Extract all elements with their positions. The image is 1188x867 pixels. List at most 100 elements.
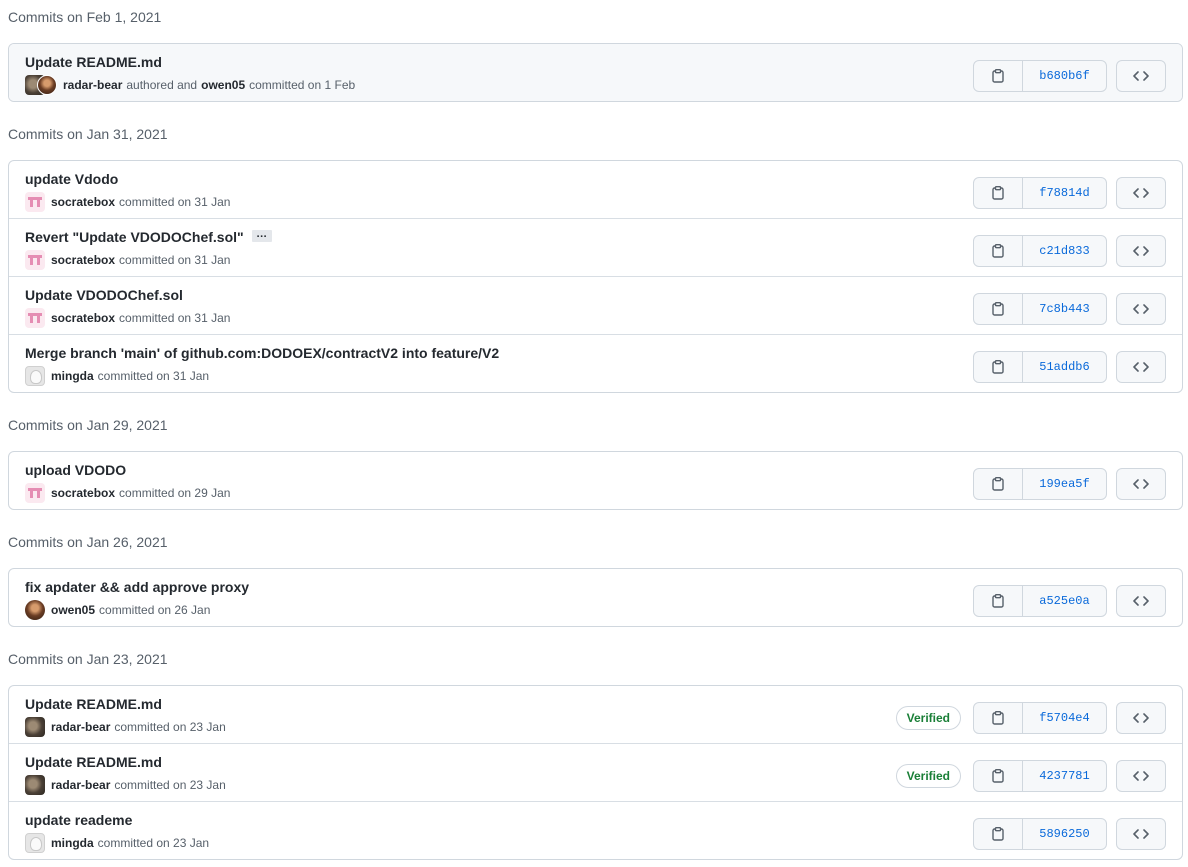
- code-icon: [1133, 245, 1149, 257]
- code-icon: [1133, 712, 1149, 724]
- sha-link[interactable]: a525e0a: [1023, 586, 1106, 616]
- sha-link[interactable]: f78814d: [1023, 178, 1106, 208]
- browse-repo-button[interactable]: [1116, 760, 1166, 792]
- sha-link[interactable]: 51addb6: [1023, 352, 1106, 382]
- avatar[interactable]: [25, 483, 45, 503]
- browse-repo-button[interactable]: [1116, 702, 1166, 734]
- clipboard-icon: [992, 594, 1004, 608]
- clipboard-icon: [992, 302, 1004, 316]
- avatar[interactable]: [25, 600, 45, 620]
- code-icon: [1133, 361, 1149, 373]
- commit-meta: socratebox committed on 31 Jan: [25, 250, 230, 270]
- browse-repo-button[interactable]: [1116, 818, 1166, 850]
- author-link[interactable]: socratebox: [51, 311, 115, 325]
- group-heading: Commits on Jan 26, 2021: [8, 534, 168, 550]
- sha-link[interactable]: 5896250: [1023, 819, 1106, 849]
- clipboard-icon: [992, 69, 1004, 83]
- sha-button-group: 4237781: [973, 760, 1107, 792]
- committer-link[interactable]: owen05: [201, 78, 245, 92]
- commit-title[interactable]: Update README.md: [25, 53, 162, 71]
- commit-date: committed on 31 Jan: [119, 195, 231, 209]
- commit-title[interactable]: Merge branch 'main' of github.com:DODOEX…: [25, 344, 499, 362]
- browse-repo-button[interactable]: [1116, 235, 1166, 267]
- commit-row: Revert "Update VDODOChef.sol" … socratebo…: [9, 218, 1182, 276]
- copy-sha-button[interactable]: [974, 352, 1023, 382]
- sha-link[interactable]: c21d833: [1023, 236, 1106, 266]
- verified-badge[interactable]: Verified: [895, 706, 961, 730]
- browse-repo-button[interactable]: [1116, 293, 1166, 325]
- commit-meta: socratebox committed on 31 Jan: [25, 308, 230, 328]
- avatar[interactable]: [25, 366, 45, 386]
- commit-meta: mingda committed on 23 Jan: [25, 833, 209, 853]
- commit-group: Update README.md radar-bear committed on…: [8, 685, 1183, 860]
- clipboard-icon: [992, 477, 1004, 491]
- sha-link[interactable]: 4237781: [1023, 761, 1106, 791]
- copy-sha-button[interactable]: [974, 294, 1023, 324]
- code-icon: [1133, 70, 1149, 82]
- author-link[interactable]: socratebox: [51, 195, 115, 209]
- sha-button-group: 51addb6: [973, 351, 1107, 383]
- browse-repo-button[interactable]: [1116, 585, 1166, 617]
- commit-title[interactable]: fix apdater && add approve proxy: [25, 578, 249, 596]
- avatar[interactable]: [25, 775, 45, 795]
- commit-title[interactable]: upload VDODO: [25, 461, 126, 479]
- author-link[interactable]: socratebox: [51, 253, 115, 267]
- sha-link[interactable]: 199ea5f: [1023, 469, 1106, 499]
- commit-row: Update README.md radar-bear committed on…: [9, 743, 1182, 801]
- author-link[interactable]: radar-bear: [63, 78, 122, 92]
- commit-row: Merge branch 'main' of github.com:DODOEX…: [9, 334, 1182, 392]
- avatar[interactable]: [25, 833, 45, 853]
- browse-repo-button[interactable]: [1116, 177, 1166, 209]
- author-link[interactable]: radar-bear: [51, 778, 110, 792]
- copy-sha-button[interactable]: [974, 761, 1023, 791]
- sha-button-group: 7c8b443: [973, 293, 1107, 325]
- code-icon: [1133, 770, 1149, 782]
- commit-date: committed on 1 Feb: [249, 78, 356, 92]
- browse-repo-button[interactable]: [1116, 351, 1166, 383]
- commit-title[interactable]: Update VDODOChef.sol: [25, 286, 183, 304]
- copy-sha-button[interactable]: [974, 61, 1023, 91]
- commit-title[interactable]: update Vdodo: [25, 170, 118, 188]
- commit-meta: radar-bear committed on 23 Jan: [25, 717, 226, 737]
- commit-title[interactable]: update reademe: [25, 811, 132, 829]
- commit-date: committed on 26 Jan: [99, 603, 211, 617]
- copy-sha-button[interactable]: [974, 819, 1023, 849]
- sha-link[interactable]: 7c8b443: [1023, 294, 1106, 324]
- commit-date: committed on 31 Jan: [119, 253, 231, 267]
- sha-button-group: f5704e4: [973, 702, 1107, 734]
- code-icon: [1133, 828, 1149, 840]
- author-link[interactable]: owen05: [51, 603, 95, 617]
- commit-row: upload VDODO socratebox committed on 29 …: [9, 452, 1182, 509]
- commit-date: committed on 31 Jan: [97, 369, 210, 383]
- copy-sha-button[interactable]: [974, 236, 1023, 266]
- commit-row: update Vdodo socratebox committed on 31 …: [9, 161, 1182, 218]
- commit-title-link[interactable]: Revert "Update VDODOChef.sol": [25, 229, 244, 245]
- commit-group: fix apdater && add approve proxy owen05 …: [8, 568, 1183, 627]
- group-heading: Commits on Feb 1, 2021: [8, 9, 162, 25]
- expand-message-button[interactable]: …: [251, 229, 272, 243]
- copy-sha-button[interactable]: [974, 469, 1023, 499]
- copy-sha-button[interactable]: [974, 178, 1023, 208]
- commit-meta: radar-bear authored and owen05 committed…: [25, 75, 355, 95]
- copy-sha-button[interactable]: [974, 703, 1023, 733]
- commit-meta: owen05 committed on 26 Jan: [25, 600, 210, 620]
- browse-repo-button[interactable]: [1116, 60, 1166, 92]
- avatar[interactable]: [37, 75, 57, 95]
- avatar[interactable]: [25, 250, 45, 270]
- avatar[interactable]: [25, 308, 45, 328]
- author-link[interactable]: mingda: [51, 369, 94, 383]
- sha-link[interactable]: f5704e4: [1023, 703, 1106, 733]
- avatar[interactable]: [25, 717, 45, 737]
- author-link[interactable]: socratebox: [51, 486, 115, 500]
- author-link[interactable]: radar-bear: [51, 720, 110, 734]
- commit-title[interactable]: Update README.md: [25, 695, 162, 713]
- group-heading: Commits on Jan 29, 2021: [8, 417, 168, 433]
- author-link[interactable]: mingda: [51, 836, 94, 850]
- avatar[interactable]: [25, 192, 45, 212]
- commit-title[interactable]: Update README.md: [25, 753, 162, 771]
- verified-badge[interactable]: Verified: [895, 764, 961, 788]
- copy-sha-button[interactable]: [974, 586, 1023, 616]
- sha-link[interactable]: b680b6f: [1023, 61, 1106, 91]
- browse-repo-button[interactable]: [1116, 468, 1166, 500]
- commit-group: update Vdodo socratebox committed on 31 …: [8, 160, 1183, 393]
